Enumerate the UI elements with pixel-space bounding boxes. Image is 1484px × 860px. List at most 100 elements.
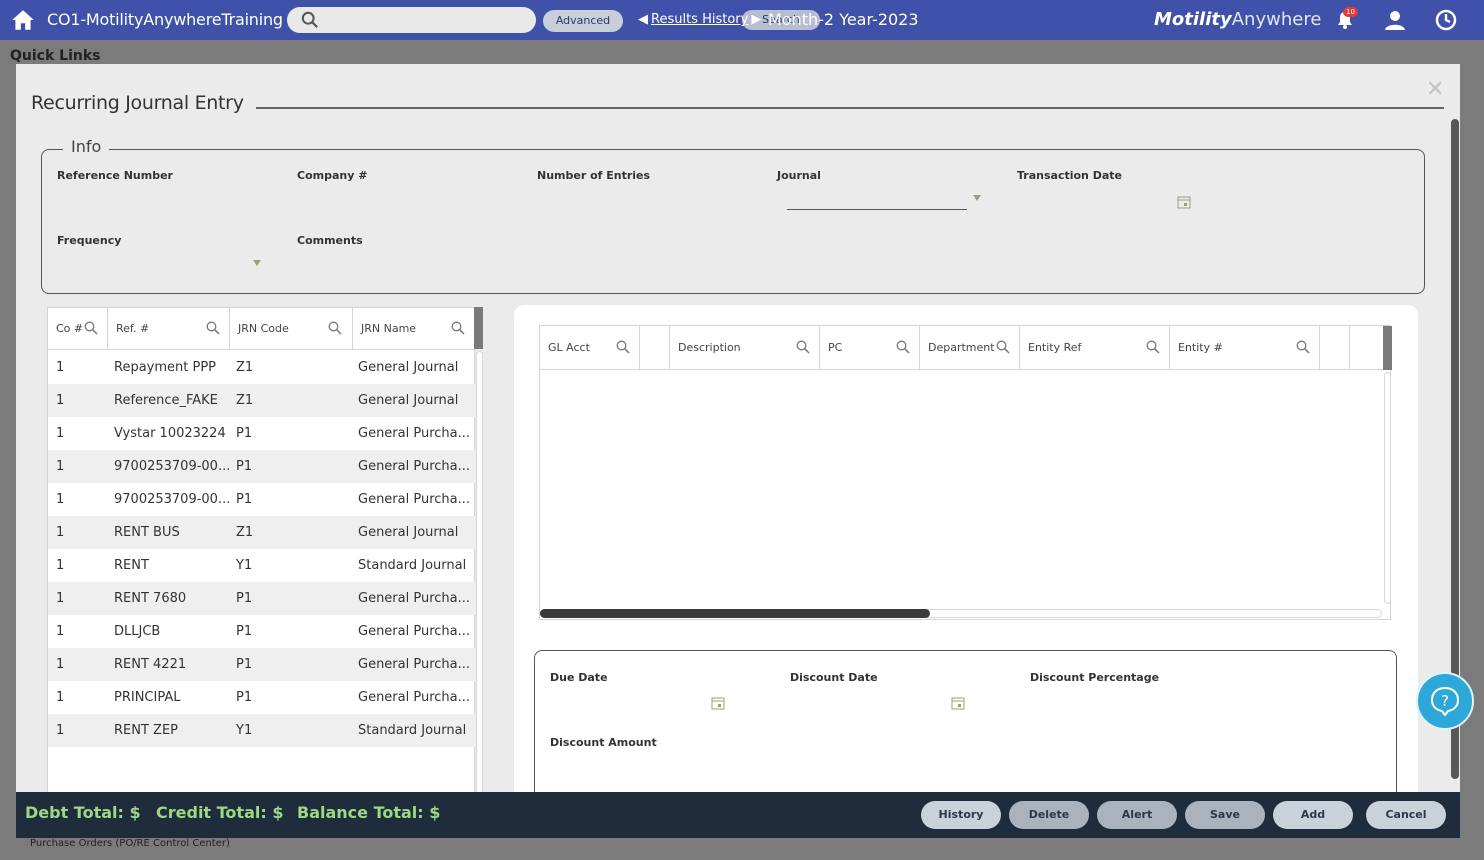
table-cell: General Purcha... <box>358 591 471 606</box>
journal-dropdown-icon[interactable] <box>973 195 981 201</box>
discount-fieldset: Due Date Discount Date Discount Percenta… <box>534 650 1397 810</box>
table-cell: 1 <box>56 624 65 639</box>
home-icon[interactable] <box>10 7 36 33</box>
user-icon[interactable] <box>1383 8 1407 32</box>
prev-arrow-icon[interactable]: ◀ <box>638 12 648 27</box>
column-header[interactable]: Co # <box>48 308 108 350</box>
table-cell: RENT 4221 <box>114 657 187 672</box>
table-cell: RENT BUS <box>114 525 180 540</box>
table-cell: Y1 <box>236 558 253 573</box>
search-icon[interactable] <box>84 321 98 335</box>
table-cell: Vystar 10023224 <box>114 426 226 441</box>
table-cell: RENT <box>114 558 149 573</box>
journal-select[interactable] <box>787 209 967 210</box>
table-cell: P1 <box>236 690 253 705</box>
table-cell: P1 <box>236 624 253 639</box>
column-header[interactable]: Description <box>670 326 820 370</box>
table-cell: Reference_FAKE <box>114 393 218 408</box>
column-header[interactable] <box>1320 326 1350 370</box>
grid-scrollbar-thumb[interactable] <box>474 307 483 349</box>
quick-links-heading: Quick Links <box>10 48 101 64</box>
balance-total: Balance Total: $ <box>297 803 441 822</box>
column-header[interactable]: GL Acct <box>540 326 640 370</box>
frequency-dropdown-icon[interactable] <box>253 260 261 266</box>
table-row[interactable]: 1 Repayment PPP Z1 General Journal <box>48 351 476 384</box>
table-cell: 1 <box>56 690 65 705</box>
table-cell: 1 <box>56 525 65 540</box>
table-cell: Standard Journal <box>358 723 467 738</box>
grid-scrollbar-track[interactable] <box>476 351 483 797</box>
company-label: Company # <box>297 169 368 182</box>
entry-detail-panel: GL Acct Description PC Department Entity… <box>514 305 1418 810</box>
grid-scrollbar-thumb[interactable] <box>1383 326 1392 370</box>
column-header[interactable]: Ref. # <box>108 308 230 350</box>
comments-label: Comments <box>297 234 363 247</box>
calendar-icon[interactable] <box>951 696 965 710</box>
purchase-orders-link[interactable]: Purchase Orders (PO/RE Control Center) <box>30 838 230 849</box>
table-row[interactable]: 1 RENT Y1 Standard Journal <box>48 549 476 582</box>
results-history-link[interactable]: Results History <box>651 12 748 27</box>
brand-logo: MotilityAnywhere <box>1154 9 1322 30</box>
table-cell: RENT 7680 <box>114 591 187 606</box>
clock-icon[interactable] <box>1434 8 1458 32</box>
search-icon[interactable] <box>451 321 465 335</box>
column-header[interactable]: Entity # <box>1170 326 1320 370</box>
table-row[interactable]: 1 DLLJCB P1 General Purcha... <box>48 615 476 648</box>
due-date-label: Due Date <box>550 671 608 684</box>
frequency-label: Frequency <box>57 234 122 247</box>
search-icon[interactable] <box>996 340 1010 354</box>
table-row[interactable]: 1 RENT BUS Z1 General Journal <box>48 516 476 549</box>
history-button[interactable]: History <box>921 801 1001 829</box>
cancel-button[interactable]: Cancel <box>1366 801 1446 829</box>
table-row[interactable]: 1 Reference_FAKE Z1 General Journal <box>48 384 476 417</box>
search-icon[interactable] <box>896 340 910 354</box>
debt-total: Debt Total: $ <box>25 803 141 822</box>
modal-footer: Debt Total: $ Credit Total: $ Balance To… <box>16 792 1460 838</box>
column-header[interactable]: Entity Ref <box>1020 326 1170 370</box>
column-header[interactable]: JRN Code <box>230 308 353 350</box>
table-cell: 1 <box>56 393 65 408</box>
table-cell: Repayment PPP <box>114 360 217 375</box>
table-cell: 1 <box>56 360 65 375</box>
alert-button[interactable]: Alert <box>1097 801 1177 829</box>
next-arrow-icon[interactable]: ▶ <box>751 12 761 27</box>
column-header[interactable] <box>640 326 670 370</box>
discount-date-label: Discount Date <box>790 671 878 684</box>
save-button[interactable]: Save <box>1185 801 1265 829</box>
close-icon[interactable]: ✕ <box>1426 79 1446 101</box>
title-divider <box>256 107 1444 109</box>
search-icon[interactable] <box>206 321 220 335</box>
help-button[interactable]: ? <box>1416 672 1474 730</box>
calendar-icon[interactable] <box>1177 195 1191 209</box>
discount-percentage-label: Discount Percentage <box>1030 671 1160 684</box>
table-row[interactable]: 1 9700253709-00... P1 General Purcha... <box>48 483 476 516</box>
delete-button[interactable]: Delete <box>1009 801 1089 829</box>
search-icon[interactable] <box>1146 340 1160 354</box>
search-icon[interactable] <box>616 340 630 354</box>
table-row[interactable]: 1 Vystar 10023224 P1 General Purcha... <box>48 417 476 450</box>
calendar-icon[interactable] <box>711 696 725 710</box>
search-icon[interactable] <box>1296 340 1310 354</box>
horizontal-scrollbar-thumb[interactable] <box>540 609 930 618</box>
table-row[interactable]: 1 9700253709-00... P1 General Purcha... <box>48 450 476 483</box>
search-icon[interactable] <box>328 321 342 335</box>
search-input[interactable] <box>327 11 477 29</box>
table-row[interactable]: 1 RENT 4221 P1 General Purcha... <box>48 648 476 681</box>
add-button[interactable]: Add <box>1273 801 1353 829</box>
grid-scrollbar-track[interactable] <box>1384 372 1391 604</box>
table-row[interactable]: 1 PRINCIPAL P1 General Purcha... <box>48 681 476 714</box>
column-header[interactable]: Department <box>920 326 1020 370</box>
column-header[interactable]: JRN Name <box>353 308 476 350</box>
table-cell: 9700253709-00... <box>114 492 231 507</box>
app-title[interactable]: CO1-MotilityAnywhereTraining <box>47 10 283 29</box>
search-icon[interactable] <box>796 340 810 354</box>
column-header[interactable]: PC <box>820 326 920 370</box>
table-cell: Z1 <box>236 393 254 408</box>
table-cell: General Journal <box>358 525 459 540</box>
advanced-search-button[interactable]: Advanced <box>543 10 623 32</box>
info-legend: Info <box>63 137 110 156</box>
table-row[interactable]: 1 RENT ZEP Y1 Standard Journal <box>48 714 476 747</box>
period-label: Month-2 Year-2023 <box>768 10 919 29</box>
table-cell: General Purcha... <box>358 690 471 705</box>
table-row[interactable]: 1 RENT 7680 P1 General Purcha... <box>48 582 476 615</box>
